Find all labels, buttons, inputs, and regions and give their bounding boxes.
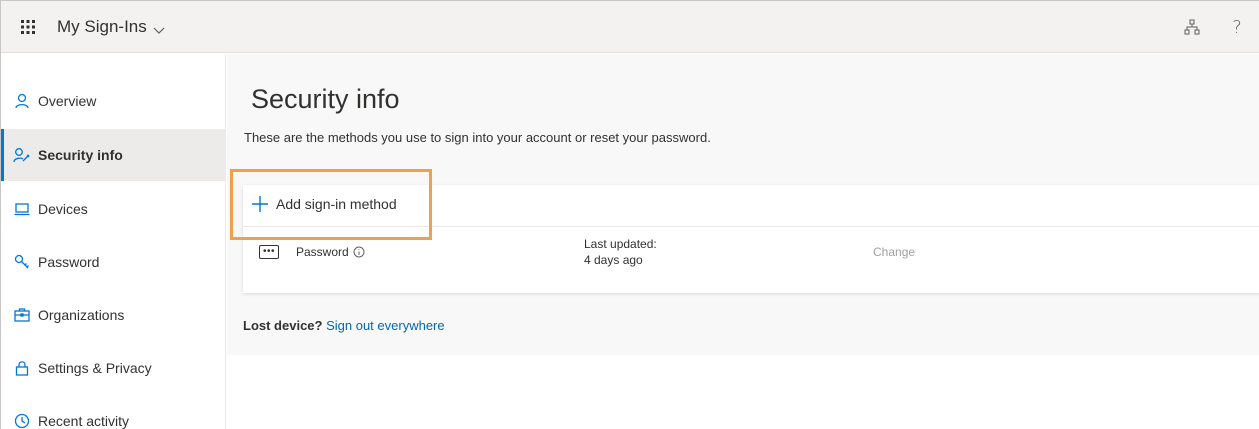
lost-device-row: Lost device? Sign out everywhere bbox=[243, 318, 445, 333]
page-title: Security info bbox=[251, 84, 400, 114]
sidebar-item-label: Devices bbox=[38, 201, 88, 217]
sidebar-item-label: Security info bbox=[38, 147, 123, 163]
sidebar-nav: Overview Security info Devices Password … bbox=[1, 54, 226, 429]
change-password-link[interactable]: Change bbox=[873, 245, 915, 259]
add-sign-in-method-button[interactable]: Add sign-in method bbox=[251, 195, 397, 213]
sidebar-item-security-info[interactable]: Security info bbox=[1, 129, 225, 181]
sidebar-item-label: Organizations bbox=[38, 307, 125, 323]
sign-out-everywhere-link[interactable]: Sign out everywhere bbox=[326, 318, 445, 333]
sidebar-item-overview[interactable]: Overview bbox=[1, 75, 225, 127]
sidebar-item-label: Password bbox=[38, 254, 100, 270]
app-title-text: My Sign-Ins bbox=[57, 17, 147, 36]
key-icon bbox=[13, 253, 31, 271]
help-icon[interactable]: ? bbox=[1226, 16, 1248, 38]
history-icon bbox=[13, 412, 31, 429]
info-icon[interactable] bbox=[353, 246, 365, 258]
app-window: My Sign-Ins ? Overview Security info Dev… bbox=[0, 0, 1259, 429]
sidebar-item-devices[interactable]: Devices bbox=[1, 183, 225, 235]
person-key-icon bbox=[13, 146, 31, 164]
top-bar: My Sign-Ins ? bbox=[1, 1, 1259, 53]
sidebar-item-label: Settings & Privacy bbox=[38, 360, 152, 376]
person-icon bbox=[13, 92, 31, 110]
laptop-icon bbox=[13, 200, 31, 218]
chevron-down-icon bbox=[153, 21, 165, 34]
add-method-row: Add sign-in method bbox=[230, 169, 1259, 240]
sidebar-item-recent-activity[interactable]: Recent activity bbox=[1, 395, 225, 429]
plus-icon bbox=[251, 195, 269, 213]
method-row-password: ••• Password Last updated: 4 days ago Ch… bbox=[243, 227, 1259, 293]
lost-device-label: Lost device? bbox=[243, 318, 323, 333]
last-updated-label: Last updated: bbox=[584, 237, 657, 251]
lock-icon bbox=[13, 359, 31, 377]
app-title-dropdown[interactable]: My Sign-Ins bbox=[57, 17, 165, 37]
organization-icon[interactable] bbox=[1181, 16, 1203, 38]
sidebar-item-settings-privacy[interactable]: Settings & Privacy bbox=[1, 342, 225, 394]
sidebar-item-password[interactable]: Password bbox=[1, 236, 225, 288]
methods-card: Add sign-in method ••• Password Last upd… bbox=[230, 169, 1259, 293]
sidebar-item-organizations[interactable]: Organizations bbox=[1, 289, 225, 341]
sidebar-item-label: Recent activity bbox=[38, 413, 130, 429]
method-name-text: Password bbox=[296, 245, 349, 259]
page-description: These are the methods you use to sign in… bbox=[244, 130, 711, 145]
add-method-label: Add sign-in method bbox=[276, 196, 397, 212]
briefcase-icon bbox=[13, 306, 31, 324]
method-name: Password bbox=[296, 245, 365, 259]
sidebar-item-label: Overview bbox=[38, 93, 97, 109]
password-dots-icon: ••• bbox=[259, 245, 279, 259]
app-launcher-icon[interactable] bbox=[19, 18, 37, 36]
last-updated-value: 4 days ago bbox=[584, 253, 643, 267]
main-content: Security info These are the methods you … bbox=[227, 54, 1259, 355]
